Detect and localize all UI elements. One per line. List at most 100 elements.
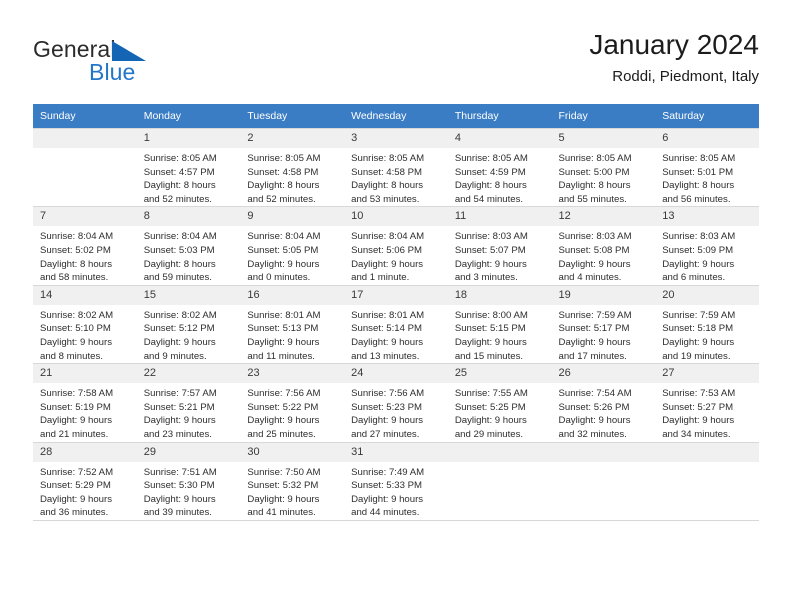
calendar-day-cell[interactable]: 19 Sunrise: 7:59 AM Sunset: 5:17 PM Dayligh… — [551, 284, 656, 365]
daylight-text-line2: and 34 minutes. — [662, 428, 731, 440]
calendar-day-cell[interactable]: 11 Sunrise: 8:03 AM Sunset: 5:07 PM Dayligh… — [447, 206, 552, 286]
sunset-text: Sunset: 5:08 PM — [558, 244, 630, 256]
calendar-day-cell[interactable]: 26 Sunrise: 7:54 AM Sunset: 5:26 PM Dayligh… — [551, 363, 656, 443]
calendar-day-cell[interactable]: 18 Sunrise: 8:00 AM Sunset: 5:15 PM Dayligh… — [447, 284, 552, 365]
page-subtitle-location: Roddi, Piedmont, Italy — [612, 68, 759, 85]
daylight-text-line2: and 53 minutes. — [351, 193, 420, 205]
daylight-text-line1: Daylight: 9 hours — [662, 258, 735, 270]
daylight-text-line1: Daylight: 8 hours — [662, 180, 735, 192]
calendar-body: 1 Sunrise: 8:05 AM Sunset: 4:57 PM Daylight… — [33, 127, 759, 521]
calendar-day-cell[interactable]: 21 Sunrise: 7:58 AM Sunset: 5:19 PM Dayligh… — [33, 363, 137, 443]
calendar-day-cell[interactable]: 27 Sunrise: 7:53 AM Sunset: 5:27 PM Dayligh… — [655, 363, 759, 443]
calendar-day-cell[interactable]: 28 Sunrise: 7:52 AM Sunset: 5:29 PM Dayligh… — [33, 441, 137, 521]
sunset-text: Sunset: 5:30 PM — [143, 480, 215, 492]
daylight-text-line1: Daylight: 8 hours — [351, 180, 424, 192]
calendar-day-cell[interactable]: 1 Sunrise: 8:05 AM Sunset: 4:57 PM Daylight… — [136, 127, 241, 208]
brand-logo[interactable]: General Blue — [33, 36, 253, 92]
day-details: Sunrise: 8:04 AM Sunset: 5:05 PM Daylight:… — [240, 226, 344, 284]
calendar-day-cell[interactable]: 4 Sunrise: 8:05 AM Sunset: 4:59 PM Daylight… — [447, 127, 552, 208]
sunset-text: Sunset: 5:12 PM — [143, 323, 215, 335]
daylight-text-line2: and 1 minute. — [351, 272, 410, 284]
daylight-text-line2: and 4 minutes. — [558, 272, 622, 284]
calendar-day-cell[interactable]: 9 Sunrise: 8:04 AM Sunset: 5:05 PM Daylight… — [240, 206, 345, 286]
daylight-text-line1: Daylight: 9 hours — [351, 415, 424, 427]
sunrise-text: Sunrise: 7:52 AM — [40, 466, 114, 478]
daylight-text-line1: Daylight: 8 hours — [40, 258, 112, 270]
page-title: January 2024 — [589, 29, 759, 60]
day-number: 12 — [551, 207, 656, 227]
calendar-week-row: 14 Sunrise: 8:02 AM Sunset: 5:10 PM Dayligh… — [33, 284, 759, 365]
sunrise-text: Sunrise: 7:58 AM — [40, 388, 114, 400]
calendar-week-row: 1 Sunrise: 8:05 AM Sunset: 4:57 PM Daylight… — [33, 127, 759, 208]
weekday-header-sunday: Sunday — [33, 104, 137, 129]
daylight-text-line1: Daylight: 9 hours — [558, 336, 631, 348]
calendar-week-row: 28 Sunrise: 7:52 AM Sunset: 5:29 PM Dayligh… — [33, 441, 759, 521]
calendar-day-cell[interactable]: 22 Sunrise: 7:57 AM Sunset: 5:21 PM Dayligh… — [136, 363, 241, 443]
day-number: 22 — [136, 364, 241, 384]
sunrise-text: Sunrise: 8:03 AM — [558, 231, 632, 243]
daylight-text-line2: and 0 minutes. — [247, 272, 311, 284]
day-details: Sunrise: 7:58 AM Sunset: 5:19 PM Daylight:… — [33, 383, 137, 441]
calendar-day-cell[interactable]: 10 Sunrise: 8:04 AM Sunset: 5:06 PM Dayligh… — [344, 206, 448, 286]
calendar-day-cell[interactable]: 24 Sunrise: 7:56 AM Sunset: 5:23 PM Dayligh… — [344, 363, 448, 443]
daylight-text-line1: Daylight: 9 hours — [558, 258, 631, 270]
daylight-text-line1: Daylight: 9 hours — [247, 336, 320, 348]
brand-word-general: General — [33, 36, 116, 62]
calendar-day-cell[interactable]: 31 Sunrise: 7:49 AM Sunset: 5:33 PM Dayligh… — [344, 441, 448, 521]
sunset-text: Sunset: 5:23 PM — [351, 401, 423, 413]
daylight-text-line2: and 11 minutes. — [247, 350, 315, 362]
day-details: Sunrise: 7:54 AM Sunset: 5:26 PM Daylight:… — [552, 383, 656, 441]
day-number: 2 — [240, 129, 345, 148]
day-details: Sunrise: 8:05 AM Sunset: 4:58 PM Daylight:… — [240, 148, 344, 206]
day-number: 26 — [551, 364, 656, 384]
calendar-day-cell[interactable]: 14 Sunrise: 8:02 AM Sunset: 5:10 PM Dayligh… — [33, 284, 137, 365]
daylight-text-line1: Daylight: 8 hours — [143, 258, 216, 270]
calendar-day-cell[interactable]: 13 Sunrise: 8:03 AM Sunset: 5:09 PM Dayligh… — [655, 206, 759, 286]
day-details: Sunrise: 8:03 AM Sunset: 5:08 PM Daylight:… — [552, 226, 656, 284]
calendar-day-cell[interactable]: 20 Sunrise: 7:59 AM Sunset: 5:18 PM Dayligh… — [655, 284, 759, 365]
calendar-day-cell[interactable]: 6 Sunrise: 8:05 AM Sunset: 5:01 PM Daylight… — [655, 127, 759, 208]
sunrise-text: Sunrise: 8:04 AM — [247, 231, 321, 243]
weekday-header-saturday: Saturday — [655, 104, 759, 129]
calendar-day-cell[interactable]: 23 Sunrise: 7:56 AM Sunset: 5:22 PM Dayligh… — [240, 363, 345, 443]
daylight-text-line1: Daylight: 8 hours — [558, 180, 631, 192]
calendar-day-cell[interactable]: 25 Sunrise: 7:55 AM Sunset: 5:25 PM Dayligh… — [447, 363, 552, 443]
calendar-day-cell[interactable]: 12 Sunrise: 8:03 AM Sunset: 5:08 PM Dayligh… — [551, 206, 656, 286]
calendar-day-cell[interactable]: 15 Sunrise: 8:02 AM Sunset: 5:12 PM Dayligh… — [136, 284, 241, 365]
day-details: Sunrise: 7:52 AM Sunset: 5:29 PM Daylight:… — [33, 462, 137, 520]
calendar-day-cell[interactable]: 30 Sunrise: 7:50 AM Sunset: 5:32 PM Dayligh… — [240, 441, 345, 521]
day-number: 18 — [447, 285, 552, 305]
sunset-text: Sunset: 5:17 PM — [558, 323, 630, 335]
day-number — [551, 442, 656, 462]
daylight-text-line2: and 9 minutes. — [143, 350, 207, 362]
calendar-day-cell[interactable]: 2 Sunrise: 8:05 AM Sunset: 4:58 PM Daylight… — [240, 127, 345, 208]
sunset-text: Sunset: 5:21 PM — [143, 401, 215, 413]
sunset-text: Sunset: 5:05 PM — [247, 244, 319, 256]
daylight-text-line1: Daylight: 9 hours — [454, 415, 527, 427]
daylight-text-line1: Daylight: 8 hours — [247, 180, 320, 192]
sunset-text: Sunset: 5:32 PM — [247, 480, 319, 492]
day-number: 4 — [447, 129, 552, 148]
calendar-day-cell[interactable]: 3 Sunrise: 8:05 AM Sunset: 4:58 PM Daylight… — [344, 127, 448, 208]
daylight-text-line2: and 59 minutes. — [143, 272, 212, 284]
calendar-day-cell[interactable]: 5 Sunrise: 8:05 AM Sunset: 5:00 PM Daylight… — [551, 127, 656, 208]
weekday-header-friday: Friday — [551, 104, 656, 129]
calendar-day-cell[interactable]: 8 Sunrise: 8:04 AM Sunset: 5:03 PM Daylight… — [136, 206, 241, 286]
day-details: Sunrise: 8:03 AM Sunset: 5:07 PM Daylight:… — [448, 226, 552, 284]
sunset-text: Sunset: 5:07 PM — [454, 244, 526, 256]
daylight-text-line1: Daylight: 9 hours — [454, 336, 527, 348]
calendar-day-cell[interactable]: 7 Sunrise: 8:04 AM Sunset: 5:02 PM Daylight… — [33, 206, 137, 286]
sunrise-text: Sunrise: 8:03 AM — [454, 231, 528, 243]
daylight-text-line1: Daylight: 9 hours — [143, 493, 216, 505]
day-details: Sunrise: 7:49 AM Sunset: 5:33 PM Daylight:… — [344, 462, 448, 520]
daylight-text-line2: and 54 minutes. — [454, 193, 524, 205]
calendar-day-cell[interactable]: 16 Sunrise: 8:01 AM Sunset: 5:13 PM Dayligh… — [240, 284, 345, 365]
daylight-text-line1: Daylight: 9 hours — [143, 415, 216, 427]
calendar-day-cell[interactable]: 29 Sunrise: 7:51 AM Sunset: 5:30 PM Dayligh… — [136, 441, 241, 521]
daylight-text-line2: and 52 minutes. — [143, 193, 212, 205]
calendar-day-cell[interactable]: 17 Sunrise: 8:01 AM Sunset: 5:14 PM Dayligh… — [344, 284, 448, 365]
sunset-text: Sunset: 5:26 PM — [558, 401, 630, 413]
calendar-week-row: 21 Sunrise: 7:58 AM Sunset: 5:19 PM Dayligh… — [33, 363, 759, 443]
day-details: Sunrise: 8:03 AM Sunset: 5:09 PM Daylight:… — [655, 226, 759, 284]
sunset-text: Sunset: 5:00 PM — [558, 166, 630, 178]
